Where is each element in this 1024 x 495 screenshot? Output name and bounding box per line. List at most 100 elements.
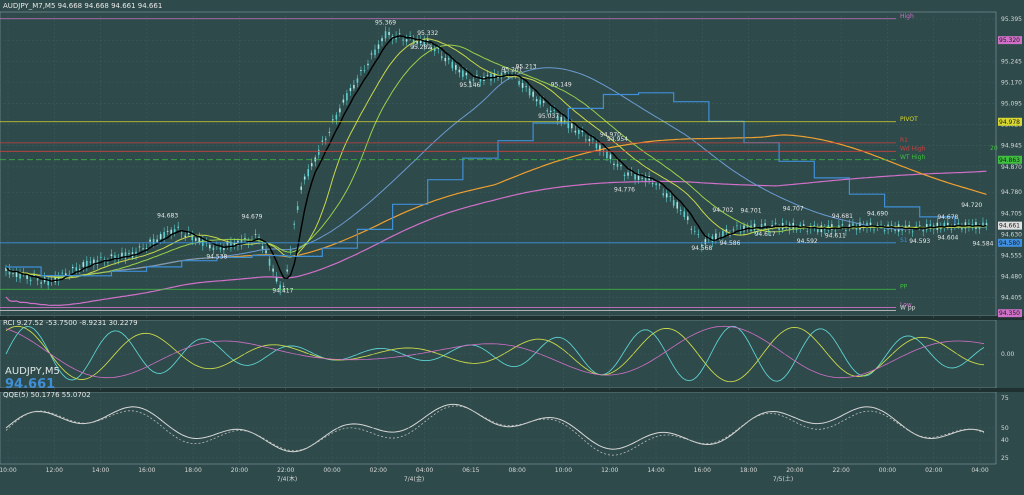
candle-body <box>623 174 626 176</box>
candle-body <box>437 48 440 50</box>
candle-body <box>100 257 102 259</box>
candle-body <box>194 238 197 241</box>
price-annotation: 94.707 <box>783 206 804 213</box>
y-tick-label: 94.405 <box>1001 295 1022 302</box>
price-annotation: 94.617 <box>755 231 776 238</box>
candle-body <box>149 239 151 242</box>
candle-body <box>321 140 324 142</box>
candle-body <box>128 253 130 255</box>
candle-body <box>546 110 548 112</box>
candle-body <box>686 216 689 221</box>
x-tick-label: 00:00 <box>879 467 896 474</box>
candle-body <box>303 176 306 180</box>
candle-body <box>704 239 707 245</box>
candle-body <box>26 275 28 279</box>
x-tick-label: 16:00 <box>694 467 711 474</box>
candle-body <box>613 163 615 166</box>
price-annotation: 94.776 <box>614 186 635 193</box>
price-annotation: 94.586 <box>719 240 740 247</box>
candle-body <box>954 223 956 225</box>
price-annotation: 95.149 <box>551 81 572 88</box>
x-tick-label: 10:00 <box>555 467 572 474</box>
candle-body <box>911 231 914 233</box>
qqe-tick-label: 50 <box>1001 425 1009 432</box>
candle-body <box>370 53 373 55</box>
candle-body <box>683 211 686 218</box>
qqe-header: QQE(5) 50.1776 55.0702 <box>3 391 91 399</box>
candle-body <box>184 235 187 237</box>
price-annotation: 95.332 <box>417 30 438 37</box>
candle-body <box>300 186 302 190</box>
candle-body <box>339 108 341 113</box>
x-tick-label: 02:00 <box>370 467 387 474</box>
candle-body <box>753 223 756 231</box>
x-tick-label: 16:00 <box>138 467 155 474</box>
candle-body <box>381 38 383 42</box>
candle-body <box>961 227 963 230</box>
x-tick-label: 22:00 <box>832 467 849 474</box>
candle-body <box>795 229 798 231</box>
candle-body <box>33 274 35 276</box>
panel-0 <box>0 11 997 317</box>
y-tick-label: 95.095 <box>1001 100 1022 107</box>
price-box-label: 95.320 <box>999 37 1020 44</box>
candle-body <box>802 224 805 226</box>
right-side-label: 20 <box>990 145 998 152</box>
candle-body <box>156 239 158 242</box>
candle-body <box>532 91 534 97</box>
candle-body <box>374 49 376 56</box>
candle-body <box>328 131 331 133</box>
candle-body <box>764 223 766 226</box>
candle-body <box>145 248 148 249</box>
y-tick-label: 94.705 <box>1001 210 1022 217</box>
candle-body <box>19 273 21 279</box>
x-date-label: 7/4(金) <box>404 475 424 483</box>
candle-body <box>585 139 587 141</box>
candle-body <box>525 86 527 88</box>
candle-body <box>110 254 113 257</box>
candle-body <box>943 222 946 227</box>
candle-body <box>310 163 313 167</box>
candle-body <box>177 226 179 228</box>
candle-body <box>521 83 524 88</box>
candle-body <box>690 228 693 230</box>
candle-body <box>982 222 984 226</box>
level-label: High <box>900 13 914 20</box>
candle-body <box>549 110 552 112</box>
candle-body <box>209 244 211 249</box>
candle-body <box>694 230 696 232</box>
candle-body <box>574 130 577 133</box>
candle-body <box>107 261 109 263</box>
candle-body <box>29 279 32 282</box>
candle-body <box>89 261 92 263</box>
level-label: PIVOT <box>900 116 918 123</box>
candle-body <box>307 169 310 177</box>
candle-body <box>325 138 327 140</box>
y-tick-label: 95.395 <box>1001 16 1022 23</box>
candle-body <box>873 229 875 231</box>
candle-body <box>834 230 837 232</box>
candle-body <box>261 246 264 249</box>
candle-body <box>774 222 777 225</box>
candle-body <box>75 267 78 271</box>
candle-body <box>289 249 292 251</box>
candle-body <box>651 183 654 185</box>
candle-body <box>363 70 366 72</box>
candle-body <box>332 119 334 121</box>
candle-body <box>219 247 222 250</box>
y-tick-label: 94.945 <box>1001 143 1022 150</box>
candle-body <box>455 64 457 70</box>
x-tick-label: 08:00 <box>508 467 525 474</box>
candle-body <box>841 224 844 226</box>
candle-body <box>223 247 225 250</box>
candle-body <box>268 258 271 266</box>
candle-body <box>472 79 475 81</box>
candle-body <box>883 229 886 232</box>
candle-body <box>170 229 172 235</box>
candle-body <box>212 247 215 251</box>
candle-body <box>715 233 717 240</box>
candle-body <box>173 229 176 233</box>
x-tick-label: 10:00 <box>0 467 17 474</box>
price-annotation: 94.593 <box>909 238 930 245</box>
candle-body <box>852 223 854 226</box>
